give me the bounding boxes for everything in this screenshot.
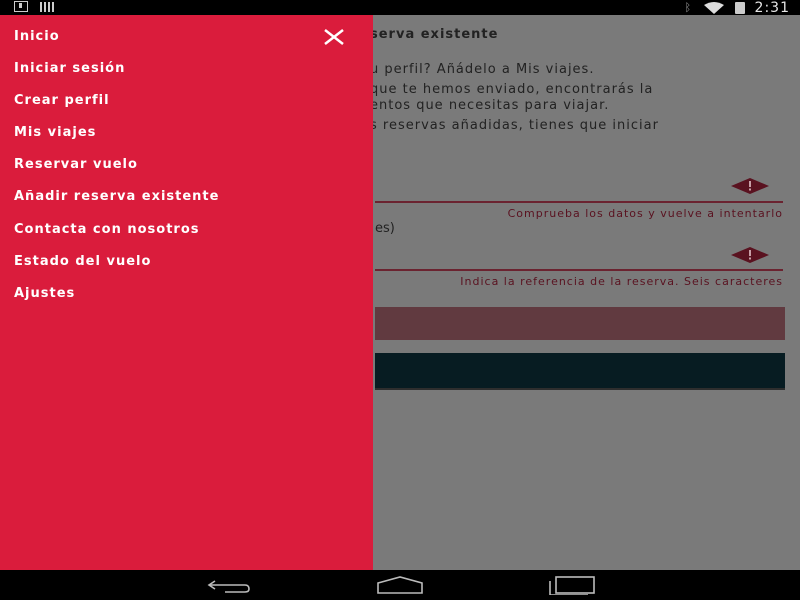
drawer-item-anadir-reserva[interactable]: Añadir reserva existente xyxy=(14,188,219,220)
drawer-item-estado-vuelo[interactable]: Estado del vuelo xyxy=(14,253,219,285)
battery-charging-icon xyxy=(734,1,745,14)
field-underline-2 xyxy=(375,269,783,271)
primary-button xyxy=(375,307,785,340)
bluetooth-icon: ᛒ xyxy=(684,0,692,14)
drawer-item-mis-viajes[interactable]: Mis viajes xyxy=(14,124,219,156)
clock: 2:31 xyxy=(754,0,790,16)
field-label-2: es) xyxy=(375,221,395,236)
secondary-button xyxy=(375,353,785,388)
warning-icon xyxy=(731,178,769,194)
drawer-item-contacta[interactable]: Contacta con nosotros xyxy=(14,221,219,253)
status-left xyxy=(14,1,56,12)
signal-bars-icon xyxy=(40,1,56,12)
field-error-2: Indica la referencia de la reserva. Seis… xyxy=(460,275,783,288)
download-icon xyxy=(14,1,28,12)
intro-text-4: s reservas añadidas, tienes que iniciar xyxy=(370,118,659,133)
drawer-item-ajustes[interactable]: Ajustes xyxy=(14,285,219,317)
recents-icon[interactable] xyxy=(548,575,596,595)
warning-icon xyxy=(731,247,769,263)
back-icon[interactable] xyxy=(205,575,253,595)
intro-text-2: que te hemos enviado, encontrarás la xyxy=(370,82,654,97)
status-bar: ᛒ 2:31 xyxy=(0,0,800,16)
field-underline-1 xyxy=(375,201,783,203)
drawer-item-inicio[interactable]: Inicio xyxy=(14,28,219,60)
intro-text-3: entos que necesitas para viajar. xyxy=(370,98,610,113)
drawer-item-iniciar-sesion[interactable]: Iniciar sesión xyxy=(14,60,219,92)
wifi-icon xyxy=(703,1,724,14)
drawer-item-reservar-vuelo[interactable]: Reservar vuelo xyxy=(14,156,219,188)
status-right: ᛒ 2:31 xyxy=(684,0,790,16)
drawer-menu: Inicio Iniciar sesión Crear perfil Mis v… xyxy=(14,28,219,317)
drawer-item-crear-perfil[interactable]: Crear perfil xyxy=(14,92,219,124)
divider xyxy=(375,388,785,390)
intro-text-1: u perfil? Añádelo a Mis viajes. xyxy=(370,62,595,77)
home-icon[interactable] xyxy=(376,575,424,595)
navigation-drawer: Inicio Iniciar sesión Crear perfil Mis v… xyxy=(0,15,373,570)
page-title: serva existente xyxy=(370,27,499,42)
field-error-1: Comprueba los datos y vuelve a intentarl… xyxy=(507,207,783,220)
navigation-bar xyxy=(0,570,800,600)
close-icon[interactable] xyxy=(320,27,348,47)
